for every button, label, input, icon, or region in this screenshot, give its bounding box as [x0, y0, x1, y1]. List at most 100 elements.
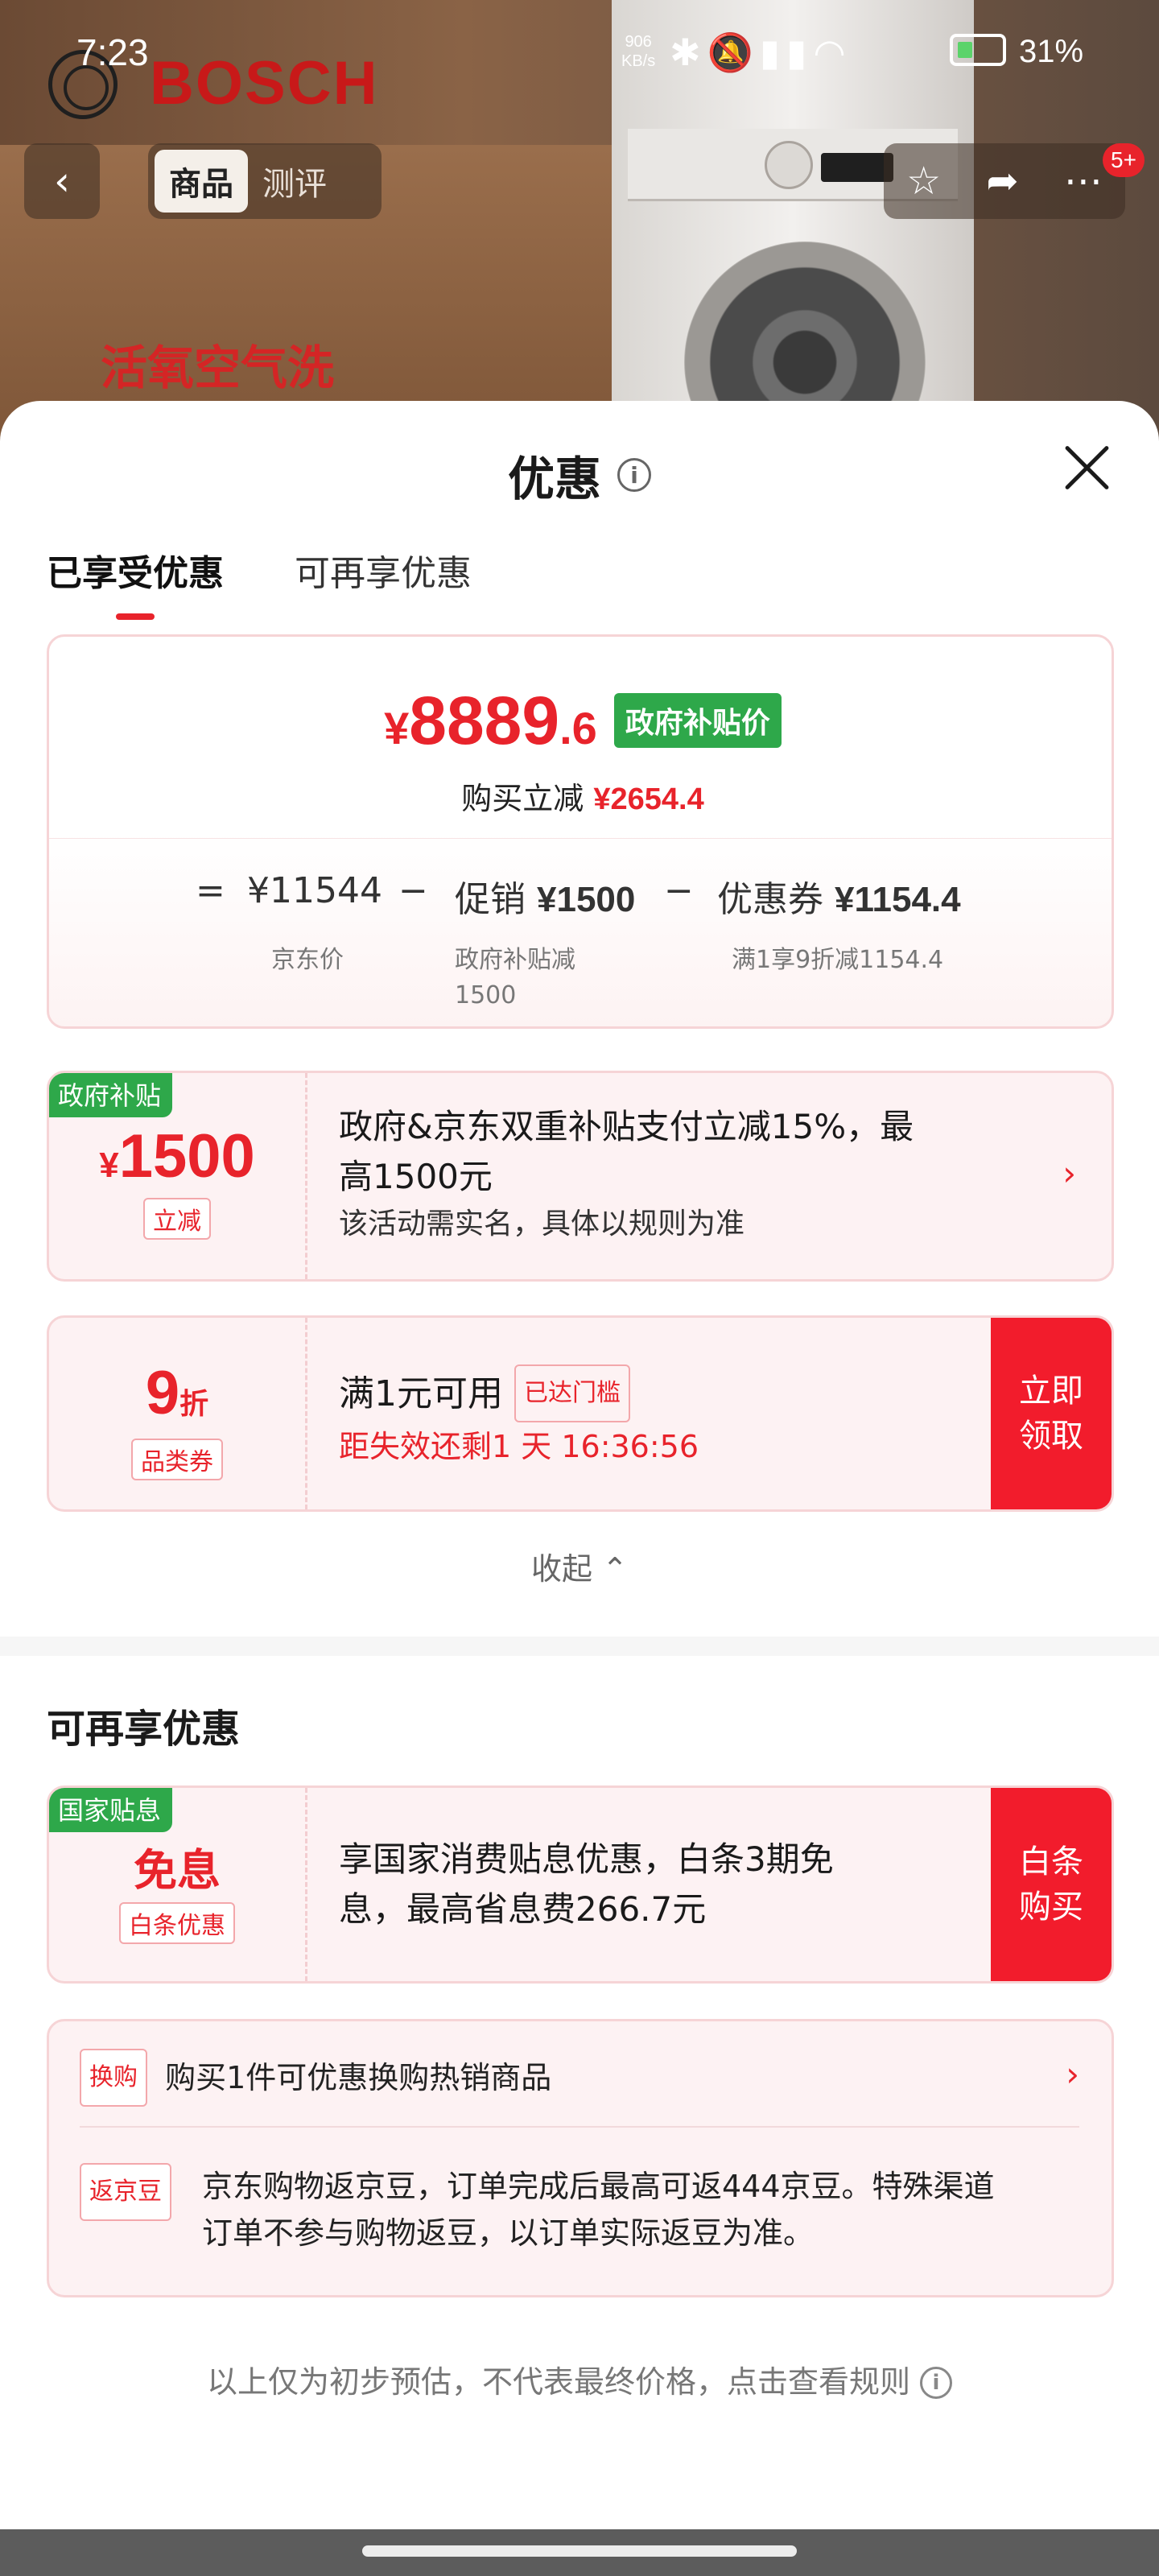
share-icon[interactable]: ➦: [986, 159, 1018, 204]
interest-free-card: 国家贴息 免息 白条优惠 享国家消费贴息优惠，白条3期免 息，最高省息费266.…: [47, 1785, 1114, 1984]
product-actions: ☆ ➦ ⋯: [884, 143, 1125, 219]
price-integer: 8889: [409, 683, 560, 758]
claim-coupon-button[interactable]: 立即 领取: [991, 1318, 1112, 1509]
dashed-divider: [305, 1073, 307, 1279]
coupon-discount: 9: [145, 1359, 180, 1427]
formula-minus: −: [398, 870, 428, 911]
formula-coupon-amount: ¥1154.4: [835, 880, 961, 919]
chevron-up-icon: ⌃: [602, 1551, 628, 1587]
tab-more-offers[interactable]: 可再享优惠: [295, 544, 472, 620]
baitiao-button-line2: 购买: [1019, 1889, 1083, 1926]
price-tag: 政府补贴价: [613, 693, 782, 748]
home-indicator[interactable]: [362, 2545, 797, 2557]
interest-free-headline: 免息: [134, 1845, 221, 1896]
chevron-right-icon: ›: [1062, 1154, 1076, 1193]
subsidy-line2: 高1500元: [339, 1157, 493, 1196]
formula-promo-label: 促销: [455, 879, 526, 920]
divider: [49, 838, 1112, 839]
message-badge: 5+: [1103, 143, 1145, 177]
subsidy-note: 该活动需实名，具体以规则为准: [339, 1208, 745, 1241]
interest-free-value: 免息 白条优惠: [49, 1788, 305, 1981]
formula-promo-caption-line2: 1500: [455, 981, 517, 1009]
save-label: 购买立减: [461, 781, 584, 816]
dashed-divider: [305, 1788, 307, 1981]
final-price: ¥8889.6 政府补贴价: [49, 682, 1112, 760]
subsidy-description: 政府&京东双重补贴支付立减15%，最 高1500元 该活动需实名，具体以规则为准: [339, 1102, 1015, 1247]
collapse-label: 收起: [531, 1551, 593, 1587]
interest-free-line1: 享国家消费贴息优惠，白条3期免: [339, 1839, 834, 1879]
bluetooth-icon: ✱: [670, 31, 707, 74]
coupon-type: 品类券: [131, 1439, 223, 1480]
formula-promo-amount: ¥1500: [537, 880, 636, 919]
mute-icon: 🔕: [707, 31, 760, 74]
sheet-title-row: 优惠 i: [0, 441, 1159, 509]
back-button[interactable]: ‹: [24, 143, 100, 219]
jingdou-row: 返京豆 京东购物返京豆，订单完成后最高可返444京豆。特殊渠道 订单不参与购物返…: [80, 2163, 1079, 2256]
interest-free-line2: 息，最高省息费266.7元: [339, 1889, 707, 1929]
favorite-star-icon[interactable]: ☆: [906, 159, 941, 204]
more-icon[interactable]: ⋯: [1064, 159, 1103, 204]
claim-button-line2: 领取: [1019, 1418, 1083, 1455]
formula-coupon-caption: 满1享9折减1154.4: [732, 946, 944, 974]
tab-product[interactable]: 商品: [155, 150, 248, 213]
section-divider: [0, 1637, 1159, 1656]
footer-note[interactable]: 以上仅为初步预估，不代表最终价格，点击查看规则 i: [0, 2357, 1159, 2401]
offers-sheet: 优惠 i 已享受优惠 可再享优惠 ¥8889.6 政府补贴价 购买立减 ¥265…: [0, 401, 1159, 2576]
subsidy-amount: 1500: [118, 1122, 255, 1191]
jingdou-tag: 返京豆: [80, 2163, 171, 2221]
status-time: 7:23: [76, 31, 149, 73]
formula-coupon-label: 优惠券: [717, 879, 823, 920]
save-amount: ¥2654.4: [593, 782, 704, 816]
status-icons: ✱🔕▮▮◠: [670, 31, 852, 75]
jingdou-line1: 京东购物返京豆，订单完成后最高可返444京豆。特殊渠道: [202, 2169, 995, 2204]
chevron-left-icon: ‹: [54, 158, 70, 204]
formula-base-caption: 京东价: [271, 946, 344, 974]
interest-free-type: 白条优惠: [119, 1902, 235, 1944]
interest-free-description: 享国家消费贴息优惠，白条3期免 息，最高省息费266.7元: [339, 1835, 975, 1934]
formula-minus: −: [664, 870, 694, 911]
coupon-value: 9折 品类券: [49, 1318, 305, 1509]
exchange-text: 购买1件可优惠换购热销商品: [165, 2060, 552, 2095]
battery-level: 31%: [1019, 34, 1084, 69]
subsidy-line1: 政府&京东双重补贴支付立减15%，最: [339, 1107, 914, 1146]
coupon-condition: 满1元可用: [339, 1373, 503, 1414]
formula-equals: =: [196, 870, 225, 911]
exchange-row[interactable]: 换购 购买1件可优惠换购热销商品 ›: [80, 2049, 1079, 2107]
price-breakdown-card: ¥8889.6 政府补贴价 购买立减 ¥2654.4 = ¥11544 − 促销…: [47, 634, 1114, 1029]
subsidy-value: ¥1500 立减: [49, 1073, 305, 1279]
formula-promo-caption-line1: 政府补贴减: [455, 946, 575, 974]
coupon-expiry: 距失效还剩1 天 16:36:56: [339, 1429, 699, 1464]
footer-note-text: 以上仅为初步预估，不代表最终价格，点击查看规则: [206, 2364, 910, 2400]
info-icon: i: [920, 2367, 952, 2399]
price-currency: ¥: [384, 703, 410, 753]
network-speed: 906 KB/s: [621, 32, 655, 71]
tab-enjoyed-offers[interactable]: 已享受优惠: [47, 544, 224, 620]
battery-icon: [950, 34, 1006, 66]
claim-button-line1: 立即: [1019, 1373, 1083, 1410]
exchange-tag: 换购: [80, 2049, 147, 2107]
subsidy-type: 立减: [143, 1198, 211, 1240]
subsidy-currency: ¥: [99, 1146, 119, 1185]
product-tab-switch: 商品 测评: [148, 143, 382, 219]
coupon-status: 已达门槛: [514, 1364, 630, 1422]
collapse-button[interactable]: 收起 ⌃: [0, 1544, 1159, 1588]
product-slogan: 活氧空气洗: [101, 341, 335, 395]
price-decimal: .6: [559, 703, 597, 753]
baitiao-buy-button[interactable]: 白条 购买: [991, 1788, 1112, 1981]
info-icon[interactable]: i: [617, 458, 651, 492]
close-button[interactable]: [1054, 435, 1119, 499]
dashed-divider: [305, 1318, 307, 1509]
offer-tabs: 已享受优惠 可再享优惠: [47, 544, 472, 620]
wifi-icon: ◠: [813, 31, 852, 74]
dryer-knob: [765, 141, 813, 189]
other-offers-card: 换购 购买1件可优惠换购热销商品 › 返京豆 京东购物返京豆，订单完成后最高可返…: [47, 2019, 1114, 2297]
tab-review[interactable]: 测评: [248, 150, 341, 213]
network-speed-unit: KB/s: [621, 52, 656, 70]
network-speed-value: 906: [625, 33, 652, 51]
formula-base-price: ¥11544: [247, 870, 382, 911]
baitiao-button-line1: 白条: [1019, 1843, 1083, 1880]
formula-promo-caption: 政府补贴减 1500: [455, 943, 575, 1013]
gov-subsidy-card[interactable]: 政府补贴 ¥1500 立减 政府&京东双重补贴支付立减15%，最 高1500元 …: [47, 1071, 1114, 1282]
signal-5g-icon: ▮: [759, 31, 787, 74]
system-nav-bar: [0, 2529, 1159, 2576]
